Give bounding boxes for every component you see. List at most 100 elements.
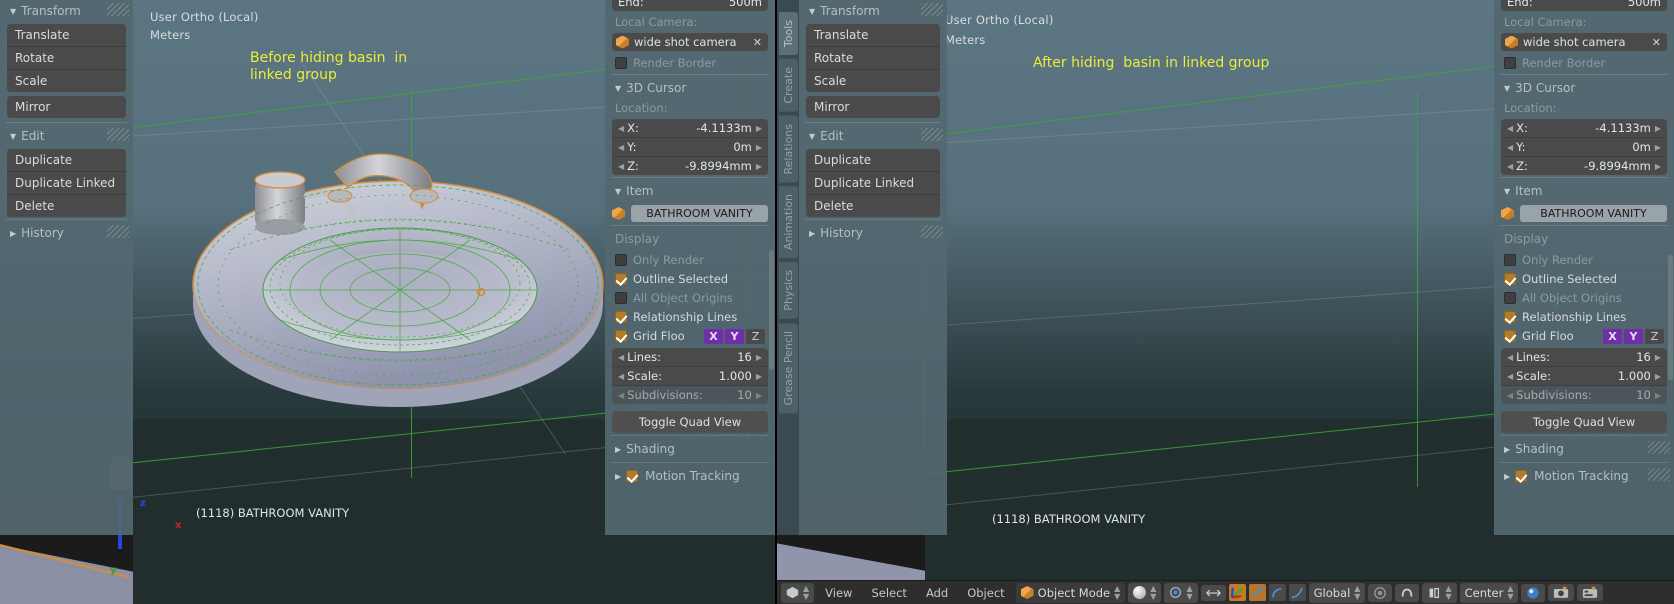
translate-button[interactable]: Translate <box>806 24 940 47</box>
spinner-icon[interactable]: ▲ ▼ <box>1114 584 1120 601</box>
tab-relations[interactable]: Relations <box>778 115 798 183</box>
duplicate-button[interactable]: Duplicate <box>806 149 940 172</box>
section-shading-after[interactable]: ▶ Shading <box>1494 438 1674 460</box>
section-shading-before[interactable]: ▶ Shading <box>605 438 775 460</box>
only-render-row-after[interactable]: Only Render <box>1494 250 1674 269</box>
close-icon[interactable]: ✕ <box>1650 36 1663 49</box>
section-3d-cursor-after[interactable]: ▼ 3D Cursor <box>1494 77 1674 99</box>
section-edit-before[interactable]: ▼ Edit <box>0 125 133 147</box>
menu-object[interactable]: Object <box>959 584 1012 602</box>
edit-buttons-before[interactable]: Duplicate Duplicate Linked Delete <box>7 149 126 217</box>
spinner-icon[interactable]: ▲ ▼ <box>1354 584 1360 601</box>
duplicate-linked-button[interactable]: Duplicate Linked <box>7 172 126 195</box>
panel-scrollbar-before[interactable] <box>769 250 774 370</box>
grid-axis-x-button[interactable]: X <box>1603 328 1622 344</box>
section-item-after[interactable]: ▼ Item <box>1494 180 1674 202</box>
tool-panel-after[interactable]: ▼ Transform Translate Rotate Scale Mirro… <box>799 0 947 535</box>
grid-floor-checkbox[interactable] <box>615 330 627 342</box>
menu-add[interactable]: Add <box>918 584 956 602</box>
spinner-icon[interactable]: ▲ ▼ <box>803 584 809 601</box>
only-render-checkbox[interactable] <box>615 253 627 266</box>
manipulator-scale-button[interactable] <box>1268 584 1286 601</box>
transform-buttons-before[interactable]: Translate Rotate Scale <box>7 24 126 92</box>
chevron-right-icon[interactable]: ▶ <box>1651 162 1661 171</box>
clip-end-row[interactable]: End: 500m <box>1501 0 1667 11</box>
grid-axis-x-button[interactable]: X <box>704 328 723 344</box>
grid-axis-z-button[interactable]: Z <box>746 328 765 344</box>
translate-button[interactable]: Translate <box>7 24 126 47</box>
viewport-shading-dropdown[interactable]: ▲ ▼ <box>1128 582 1162 603</box>
outline-selected-row-after[interactable]: Outline Selected <box>1494 269 1674 288</box>
all-object-origins-row-after[interactable]: All Object Origins <box>1494 288 1674 307</box>
grid-lines-row[interactable]: ◀ Lines: 16 ▶ <box>1501 348 1667 367</box>
delete-button[interactable]: Delete <box>806 195 940 217</box>
chevron-right-icon[interactable]: ▶ <box>1651 124 1661 133</box>
spinner-icon[interactable]: ▲ ▼ <box>1186 584 1192 601</box>
only-render-checkbox[interactable] <box>1504 253 1516 266</box>
local-camera-field-after[interactable]: wide shot camera ✕ <box>1501 33 1667 51</box>
section-motion-tracking-before[interactable]: ▶ Motion Tracking <box>605 465 775 487</box>
item-name-value[interactable]: BATHROOM VANITY <box>1520 205 1667 222</box>
spinner-icon[interactable]: ▲ ▼ <box>1150 584 1156 601</box>
opengl-render-button[interactable] <box>1548 584 1575 601</box>
item-name-value[interactable]: BATHROOM VANITY <box>631 205 768 222</box>
render-border-row-before[interactable]: Render Border <box>605 53 775 72</box>
grid-axis-z-button[interactable]: Z <box>1645 328 1664 344</box>
transform-orientation-dropdown[interactable]: Global ▲ ▼ <box>1308 582 1366 603</box>
all-object-origins-checkbox[interactable] <box>615 291 627 304</box>
snap-target-dropdown[interactable]: ▲ ▼ <box>1422 582 1457 603</box>
relationship-lines-checkbox[interactable] <box>615 310 627 323</box>
grid-lines-row[interactable]: ◀ Lines: 16 ▶ <box>612 348 768 367</box>
grid-subdivisions-row[interactable]: ◀ Subdivisions: 10 ▶ <box>612 386 768 404</box>
grid-axis-y-button[interactable]: Y <box>1624 328 1643 344</box>
rotate-button[interactable]: Rotate <box>7 47 126 70</box>
properties-panel-before[interactable]: End: 500m Local Camera: wide shot camera… <box>605 0 775 535</box>
grid-floor-row-before[interactable]: Grid Floo X Y Z <box>605 326 775 346</box>
scale-button[interactable]: Scale <box>7 70 126 92</box>
grid-fields-before[interactable]: ◀ Lines: 16 ▶ ◀ Scale: 1.000 ▶ ◀ Subdivi… <box>612 348 768 404</box>
chevron-right-icon[interactable]: ▶ <box>752 143 762 152</box>
grid-axis-group-before[interactable]: X Y Z <box>704 328 765 344</box>
panel-scrollbar-after[interactable] <box>1668 255 1673 380</box>
chevron-right-icon[interactable]: ▶ <box>752 353 762 362</box>
snap-element-dropdown[interactable] <box>1395 583 1420 602</box>
cursor-z-row[interactable]: ◀ Z: -9.8994mm ▶ <box>1501 157 1667 175</box>
cursor-y-row[interactable]: ◀ Y: 0m ▶ <box>1501 138 1667 157</box>
spinner-icon[interactable]: ▲ ▼ <box>1507 584 1513 601</box>
grid-subdivisions-row[interactable]: ◀ Subdivisions: 10 ▶ <box>1501 386 1667 404</box>
cursor-x-row[interactable]: ◀ X: -4.1133m ▶ <box>1501 119 1667 138</box>
grid-floor-row-after[interactable]: Grid Floo X Y Z <box>1494 326 1674 346</box>
properties-panel-after[interactable]: End: 500m Local Camera: wide shot camera… <box>1494 0 1674 535</box>
section-history-before[interactable]: ▶ History <box>0 222 133 244</box>
mirror-button[interactable]: Mirror <box>806 96 940 118</box>
menu-view[interactable]: View <box>817 584 860 602</box>
cursor-x-row[interactable]: ◀ X: -4.1133m ▶ <box>612 119 768 138</box>
cursor-z-row[interactable]: ◀ Z: -9.8994mm ▶ <box>612 157 768 175</box>
manipulator-extra-button[interactable] <box>1288 584 1306 601</box>
section-item-before[interactable]: ▼ Item <box>605 180 775 202</box>
render-border-checkbox[interactable] <box>1504 56 1516 69</box>
motion-tracking-checkbox[interactable] <box>1515 470 1528 482</box>
toggle-quad-view-button-after[interactable]: Toggle Quad View <box>1501 411 1667 433</box>
tab-create[interactable]: Create <box>778 59 798 112</box>
pivot-center-dropdown[interactable]: Center ▲ ▼ <box>1459 582 1519 603</box>
menu-select[interactable]: Select <box>863 584 914 602</box>
close-icon[interactable]: ✕ <box>751 36 764 49</box>
clip-end-row[interactable]: End: 500m <box>612 0 768 11</box>
local-camera-field-before[interactable]: wide shot camera ✕ <box>612 33 768 51</box>
relationship-lines-row-after[interactable]: Relationship Lines <box>1494 307 1674 326</box>
section-history-after[interactable]: ▶ History <box>799 222 947 244</box>
clip-end-field-before[interactable]: End: 500m <box>612 0 768 11</box>
grid-axis-group-after[interactable]: X Y Z <box>1603 328 1664 344</box>
outline-selected-checkbox[interactable] <box>1504 272 1516 285</box>
tab-physics[interactable]: Physics <box>778 262 798 319</box>
spinner-icon[interactable]: ▲ ▼ <box>1445 584 1451 601</box>
tab-grease-pencil[interactable]: Grease Pencil <box>778 322 798 414</box>
render-preview-button[interactable] <box>1521 583 1546 602</box>
render-border-row-after[interactable]: Render Border <box>1494 53 1674 72</box>
section-display-after[interactable]: Display <box>1494 228 1674 250</box>
clip-end-field-after[interactable]: End: 500m <box>1501 0 1667 11</box>
all-object-origins-row-before[interactable]: All Object Origins <box>605 288 775 307</box>
tool-panel-before[interactable]: ▼ Transform Translate Rotate Scale Mirro… <box>0 0 133 535</box>
rotate-button[interactable]: Rotate <box>806 47 940 70</box>
